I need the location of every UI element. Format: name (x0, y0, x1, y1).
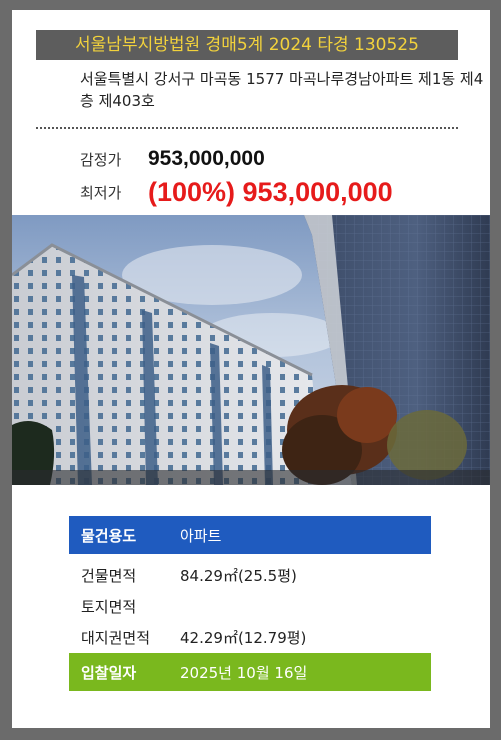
land-right-area-value: 42.29㎡(12.79평) (180, 629, 307, 647)
appraisal-price-row: 감정가 953,000,000 (80, 147, 265, 171)
auction-listing-card: 서울남부지방법원 경매5계 2024 타경 130525 서울특별시 강서구 마… (12, 10, 490, 728)
property-details-table: 물건용도 아파트 건물면적 84.29㎡(25.5평) 토지면적 대지권면적 4… (69, 516, 431, 691)
land-right-area-label: 대지권면적 (81, 629, 151, 647)
court-case-title: 서울남부지방법원 경매5계 2024 타경 130525 (36, 30, 458, 60)
dotted-divider (36, 127, 458, 129)
minimum-price-value: (100%) 953,000,000 (148, 177, 393, 207)
apartment-building-photo (12, 215, 490, 485)
building-area-value: 84.29㎡(25.5평) (180, 567, 297, 585)
usage-label: 물건용도 (81, 526, 137, 545)
usage-row: 물건용도 아파트 (69, 516, 431, 554)
usage-value: 아파트 (180, 526, 222, 545)
minimum-price-label: 최저가 (80, 184, 122, 202)
building-area-row: 건물면적 84.29㎡(25.5평) (69, 560, 431, 591)
property-address: 서울특별시 강서구 마곡동 1577 마곡나루경남아파트 제1동 제4층 제40… (80, 70, 484, 110)
appraisal-value: 953,000,000 (148, 147, 265, 170)
land-area-label: 토지면적 (81, 598, 137, 616)
minimum-price-row: 최저가 (100%) 953,000,000 (80, 177, 393, 208)
building-photo-illustration (12, 215, 490, 485)
land-area-row: 토지면적 (69, 591, 431, 622)
building-area-label: 건물면적 (81, 567, 137, 585)
bid-date-row: 입찰일자 2025년 10월 16일 (69, 653, 431, 691)
bid-date-value: 2025년 10월 16일 (180, 663, 308, 682)
bid-date-label: 입찰일자 (81, 663, 137, 682)
land-right-area-row: 대지권면적 42.29㎡(12.79평) (69, 622, 431, 653)
appraisal-label: 감정가 (80, 150, 122, 169)
